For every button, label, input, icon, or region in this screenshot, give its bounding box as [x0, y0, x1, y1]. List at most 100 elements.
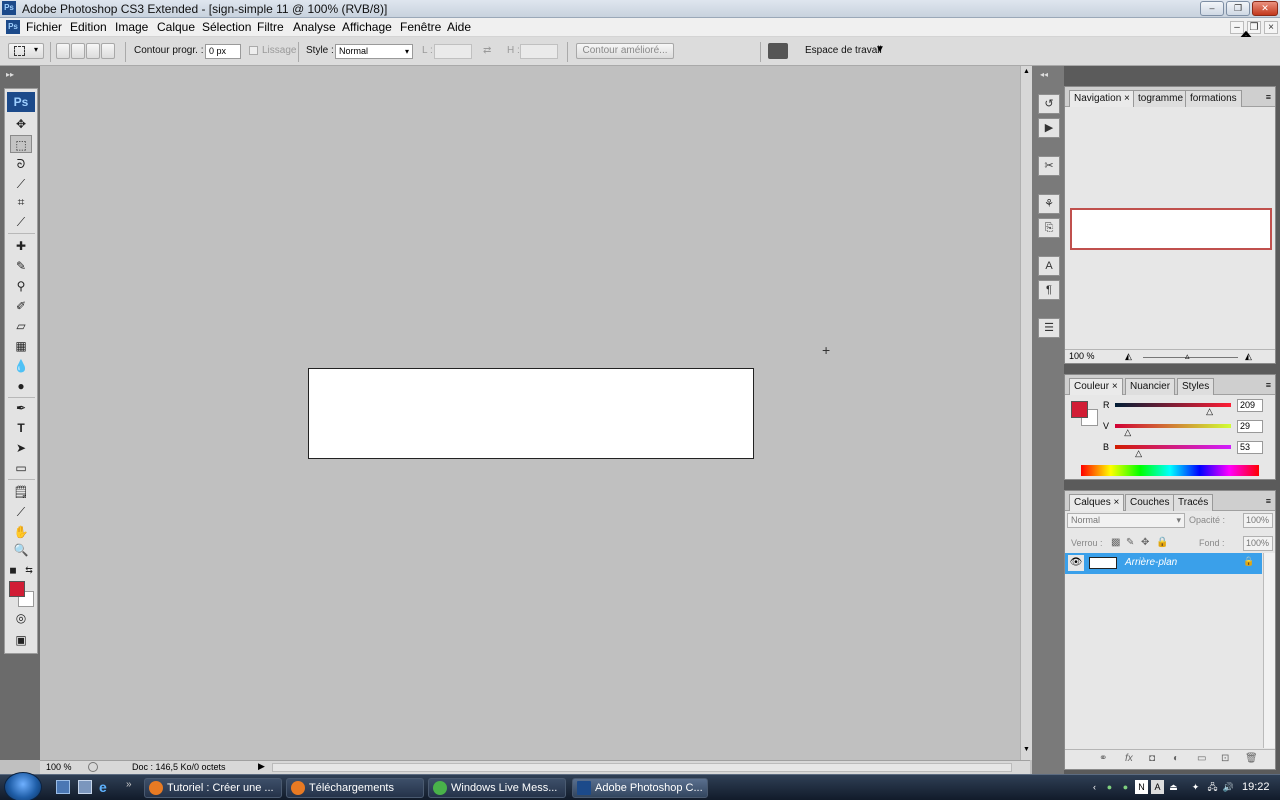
new-selection-button[interactable]: [56, 43, 70, 59]
zoom-in-icon[interactable]: ◭: [1245, 351, 1252, 362]
bridge-icon[interactable]: [768, 43, 788, 59]
doc-close-button[interactable]: ×: [1264, 21, 1278, 34]
show-desktop-icon[interactable]: [56, 780, 70, 794]
swap-dimensions-icon[interactable]: ⇄: [483, 45, 491, 56]
subtract-selection-button[interactable]: [86, 43, 100, 59]
restore-button[interactable]: ❐: [1226, 1, 1250, 16]
zoom-level[interactable]: 100 %: [46, 762, 72, 772]
channel-b-knob[interactable]: △: [1135, 448, 1142, 459]
lock-all-icon[interactable]: 🔒: [1156, 537, 1168, 548]
crop-tool-icon[interactable]: ⌗: [10, 193, 32, 211]
fill-input[interactable]: 100%: [1243, 536, 1273, 551]
channel-v-slider[interactable]: [1115, 424, 1231, 428]
expand-dock-icon[interactable]: ◂◂: [1040, 70, 1048, 79]
healing-brush-tool-icon[interactable]: ✚: [10, 237, 32, 255]
lasso-tool-icon[interactable]: ᘐ: [10, 155, 32, 173]
dodge-tool-icon[interactable]: ●: [10, 377, 32, 395]
ps-badge[interactable]: Ps: [7, 92, 35, 112]
history-brush-tool-icon[interactable]: ✐: [10, 297, 32, 315]
menu-fichier[interactable]: Fichier: [26, 20, 62, 34]
menu-affichage[interactable]: Affichage: [342, 20, 392, 34]
taskbar-button-messenger[interactable]: Windows Live Mess...: [428, 778, 566, 798]
feather-input[interactable]: 0 px: [205, 44, 241, 59]
lock-transparency-icon[interactable]: ▩: [1111, 537, 1120, 548]
volume-icon[interactable]: 🔊: [1222, 780, 1235, 794]
eye-icon[interactable]: 👁: [1068, 555, 1084, 571]
panel-menu-icon[interactable]: ≡: [1266, 496, 1271, 506]
navigator-zoom[interactable]: 100 %: [1069, 351, 1095, 361]
network-icon[interactable]: 🖧: [1206, 780, 1219, 794]
eraser-tool-icon[interactable]: ▱: [10, 317, 32, 335]
lock-pixels-icon[interactable]: ✎: [1126, 537, 1134, 548]
tab-styles[interactable]: Styles: [1177, 378, 1215, 395]
layer-comps-icon[interactable]: ☰: [1038, 318, 1060, 338]
lock-position-icon[interactable]: ✥: [1141, 537, 1149, 548]
style-select[interactable]: Normal ▾: [335, 44, 413, 59]
clock[interactable]: 19:22: [1242, 781, 1270, 793]
antialias-checkbox[interactable]: [249, 46, 258, 55]
opacity-input[interactable]: 100%: [1243, 513, 1273, 528]
menu-analyse[interactable]: Analyse: [293, 20, 336, 34]
close-tab-icon[interactable]: ×: [1124, 93, 1130, 104]
link-layers-icon[interactable]: ⚭: [1099, 753, 1107, 764]
layer-row[interactable]: 👁 Arrière-plan 🔒: [1065, 553, 1262, 574]
a-tray-icon[interactable]: A: [1151, 780, 1164, 794]
internet-explorer-icon[interactable]: e: [99, 779, 107, 795]
tab-histogramme[interactable]: togramme: [1133, 90, 1189, 107]
add-selection-button[interactable]: [71, 43, 85, 59]
tab-traces[interactable]: Tracés: [1173, 494, 1214, 511]
hand-tool-icon[interactable]: ✋: [10, 523, 32, 541]
new-group-icon[interactable]: ▭: [1197, 753, 1206, 764]
type-tool-icon[interactable]: T: [10, 419, 32, 437]
menu-edition[interactable]: Edition: [70, 20, 107, 34]
intersect-selection-button[interactable]: [101, 43, 115, 59]
channel-b-slider[interactable]: [1115, 445, 1231, 449]
menu-calque[interactable]: Calque: [157, 20, 195, 34]
paragraph-panel-icon[interactable]: ¶: [1038, 280, 1060, 300]
gradient-tool-icon[interactable]: ▦: [10, 337, 32, 355]
tab-nuancier[interactable]: Nuancier: [1125, 378, 1176, 395]
tray-expand-icon[interactable]: ‹: [1088, 780, 1101, 794]
quicklaunch-more-icon[interactable]: »: [126, 779, 132, 790]
foreground-color-swatch[interactable]: [9, 581, 25, 597]
tray-icon[interactable]: ✦: [1189, 780, 1202, 794]
close-button[interactable]: ✕: [1252, 1, 1278, 16]
actions-panel-icon[interactable]: ▶: [1038, 118, 1060, 138]
eyedropper-tool-icon[interactable]: ⟋: [10, 503, 32, 521]
status-arrow-icon[interactable]: ▶: [258, 761, 265, 772]
taskbar-button-telechargements[interactable]: Téléchargements: [286, 778, 424, 798]
swap-colors-icon[interactable]: ⇆: [23, 561, 35, 579]
status-menu-icon[interactable]: [88, 762, 98, 772]
clone-source-icon[interactable]: ⎘: [1038, 218, 1060, 238]
refine-edge-button[interactable]: Contour amélioré...: [576, 43, 674, 59]
layer-mask-icon[interactable]: ◘: [1149, 753, 1155, 764]
layers-scrollbar[interactable]: [1263, 553, 1275, 748]
channel-r-input[interactable]: 209: [1237, 399, 1263, 412]
blur-tool-icon[interactable]: 💧: [10, 357, 32, 375]
slice-tool-icon[interactable]: ⟋: [10, 213, 32, 231]
layer-style-icon[interactable]: fx: [1125, 753, 1133, 764]
tool-presets-icon[interactable]: ✂: [1038, 156, 1060, 176]
safely-remove-icon[interactable]: ⏏: [1167, 780, 1180, 794]
color-spectrum-bar[interactable]: [1081, 465, 1259, 476]
history-panel-icon[interactable]: ↺: [1038, 94, 1060, 114]
marquee-tool-icon[interactable]: ⬚: [10, 135, 32, 153]
scroll-down-icon[interactable]: ▼: [1023, 746, 1030, 753]
workspace-menu[interactable]: Espace de travail: [805, 45, 882, 56]
channel-b-input[interactable]: 53: [1237, 441, 1263, 454]
taskbar-button-tutoriel[interactable]: Tutoriel : Créer une ...: [144, 778, 282, 798]
shape-tool-icon[interactable]: ▭: [10, 459, 32, 477]
start-button[interactable]: [4, 772, 42, 800]
tab-couleur[interactable]: Couleur ×: [1069, 378, 1123, 395]
delete-layer-icon[interactable]: 🗑: [1245, 753, 1258, 764]
navigator-zoom-slider[interactable]: [1143, 357, 1238, 358]
adjustment-layer-icon[interactable]: ◐: [1173, 753, 1179, 764]
zoom-tool-icon[interactable]: 🔍: [10, 541, 32, 559]
switch-windows-icon[interactable]: [78, 780, 92, 794]
minimize-button[interactable]: –: [1200, 1, 1224, 16]
pen-tool-icon[interactable]: ✒: [10, 399, 32, 417]
zoom-slider-handle[interactable]: ▵: [1185, 351, 1190, 362]
color-fg-swatch[interactable]: [1071, 401, 1088, 418]
channel-v-knob[interactable]: △: [1124, 427, 1131, 438]
channel-r-slider[interactable]: [1115, 403, 1231, 407]
